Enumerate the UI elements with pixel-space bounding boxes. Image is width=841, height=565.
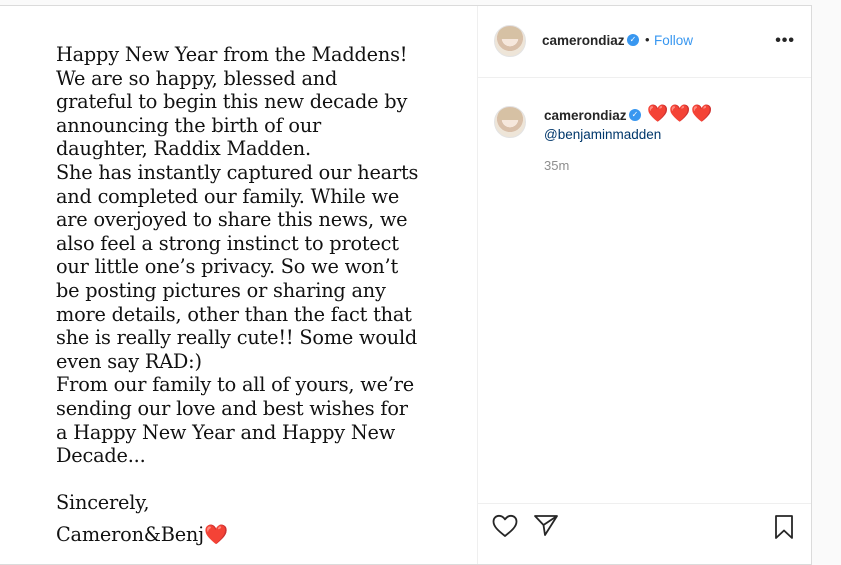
post-image-text-line: From our family to all of yours, we’re (56, 373, 414, 397)
follow-button[interactable]: Follow (654, 33, 693, 48)
heart-outline-icon[interactable] (492, 514, 518, 538)
post-image-text-line: She has instantly captured our hearts (56, 160, 419, 184)
post-timestamp[interactable]: 35m (544, 158, 569, 173)
action-bar (478, 503, 811, 564)
verified-badge-icon: ✓ (629, 109, 641, 121)
post-image-text-line: and completed our family. While we (56, 184, 400, 208)
post-image-text-line: daughter, Raddix Madden. (56, 137, 311, 161)
blank-gap (56, 515, 466, 523)
instagram-post: Happy New Year from the Maddens! We are s… (0, 5, 812, 565)
caption-username[interactable]: camerondiaz (544, 108, 627, 123)
signoff-text: Sincerely, (56, 491, 150, 515)
signature-line: Cameron&Benj❤️ (56, 523, 466, 547)
post-image-text-line: Decade... (56, 444, 146, 468)
post-image-text-line: sending our love and best wishes for (56, 396, 408, 420)
post-image-text-line: announcing the birth of our (56, 113, 322, 137)
post-side-panel: camerondiaz ✓ • Follow ••• camerondiaz ✓… (478, 6, 811, 564)
signature-text: Cameron&Benj (56, 522, 204, 546)
paper-plane-icon[interactable] (533, 513, 559, 537)
post-image-text-line: grateful to begin this new decade by (56, 90, 408, 114)
mention-link[interactable]: @benjaminmadden (544, 127, 661, 142)
heart-icon: ❤️ (203, 522, 228, 546)
post-image-text-line: also feel a strong instinct to protect (56, 231, 399, 255)
post-image-text-line: be posting pictures or sharing any (56, 278, 386, 302)
post-image-text-line: more details, other than the fact that (56, 302, 412, 326)
post-image[interactable]: Happy New Year from the Maddens! We are s… (0, 6, 478, 564)
post-image-text-line: Happy New Year from the Maddens! (56, 43, 408, 66)
separator-dot: • (645, 32, 650, 47)
post-image-text-line: a Happy New Year and Happy New (56, 420, 396, 444)
post-image-text-line: are overjoyed to share this news, we (56, 208, 408, 232)
avatar[interactable] (494, 25, 526, 57)
post-image-text-line: she is really really cute!! Some would (56, 326, 418, 350)
post-image-text-line: even say RAD:) (56, 349, 202, 373)
post-header: camerondiaz ✓ • Follow ••• (478, 6, 811, 78)
bookmark-icon[interactable] (773, 514, 795, 540)
avatar[interactable] (494, 106, 526, 138)
post-image-text-line: We are so happy, blessed and (56, 66, 338, 90)
header-username[interactable]: camerondiaz (542, 33, 625, 48)
verified-badge-icon: ✓ (627, 34, 639, 46)
more-options-button[interactable]: ••• (775, 32, 795, 50)
post-image-text-line: our little one’s privacy. So we won’t (56, 255, 398, 279)
caption-hearts: ❤️❤️❤️ (647, 104, 714, 123)
post-image-text: Happy New Year from the Maddens! We are s… (56, 43, 466, 546)
